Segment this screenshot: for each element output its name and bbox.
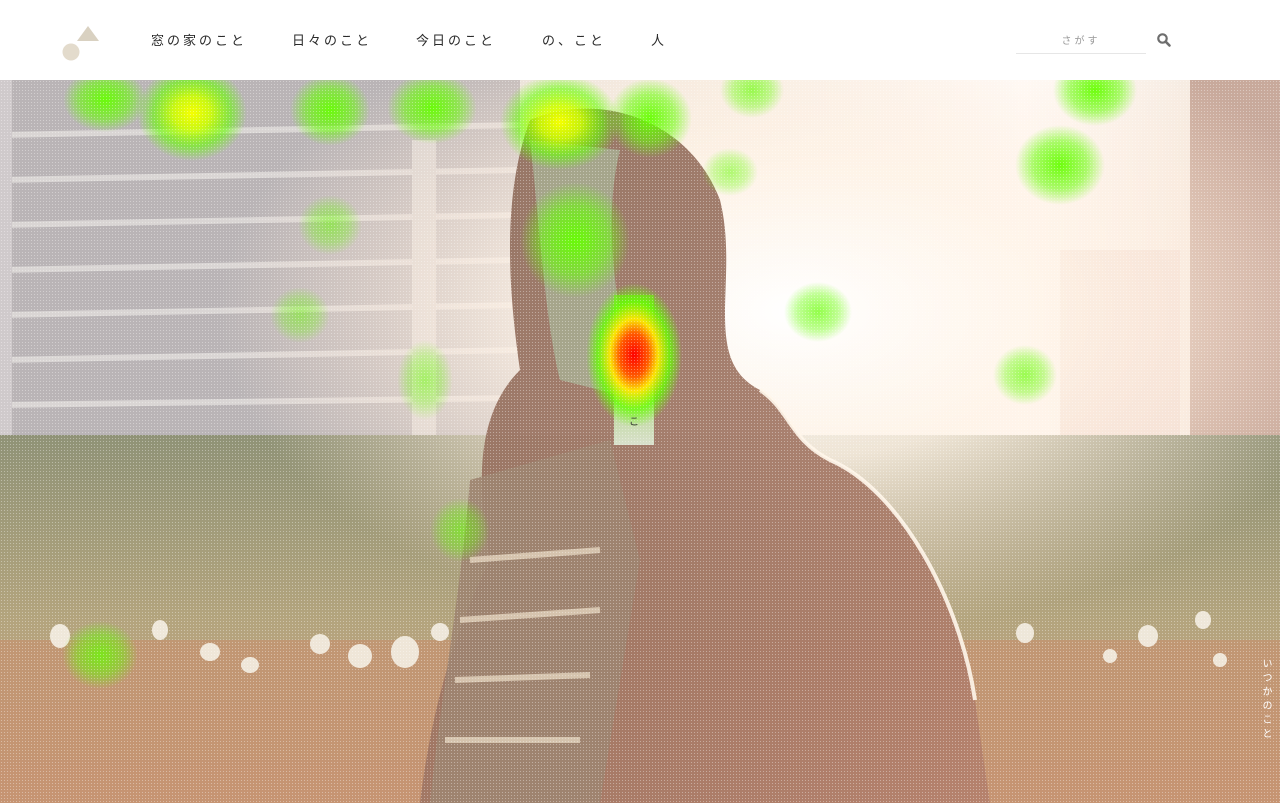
page: 窓の家のこと 日々のこと 今日のこと の、こと 人 さがす こ いつかのこと (0, 0, 1280, 803)
hero-photo (0, 80, 1280, 803)
nav-item-madonoie[interactable]: 窓の家のこと (151, 30, 247, 49)
side-vertical-label[interactable]: いつかのこと (1259, 658, 1273, 742)
hero-image: こ いつかのこと (0, 80, 1280, 803)
search-input[interactable] (1016, 29, 1146, 54)
site-logo-icon[interactable] (62, 25, 100, 61)
site-header: 窓の家のこと 日々のこと 今日のこと の、こと 人 (0, 0, 1280, 80)
nav-item-no-koto[interactable]: の、こと (542, 30, 606, 49)
nav-item-hibi[interactable]: 日々のこと (292, 30, 372, 49)
search-icon[interactable] (1156, 32, 1172, 48)
hero-overlay-char: こ (629, 417, 639, 428)
nav-item-hito[interactable]: 人 (651, 30, 667, 49)
nav-item-kyou[interactable]: 今日のこと (416, 30, 496, 49)
